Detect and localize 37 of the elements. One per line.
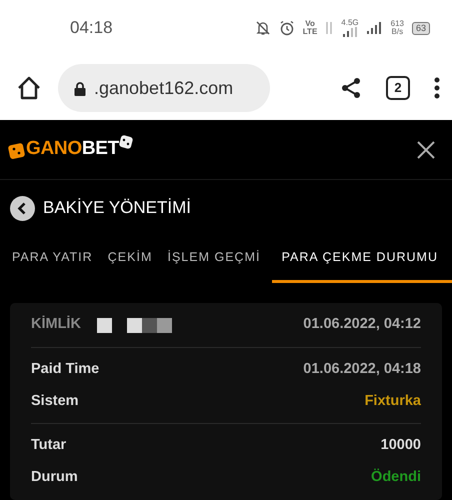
home-icon[interactable]	[16, 75, 42, 101]
speed-text: 613 B/s	[390, 20, 404, 36]
field-value: 01.06.2022, 04:18	[303, 360, 421, 379]
date-text: 01.06.2022, 04:12	[303, 314, 421, 334]
field-value: 10000	[380, 436, 421, 456]
field-value: Ödendi	[371, 468, 421, 487]
url-text: .ganobet162.com	[94, 76, 234, 100]
signal-icon	[366, 22, 383, 34]
bell-muted-icon	[254, 20, 271, 36]
field-label: Sistem	[31, 392, 79, 410]
page-title: BAKİYE YÖNETİMİ	[43, 197, 192, 220]
battery-level: 63	[412, 22, 430, 34]
back-icon[interactable]	[10, 196, 35, 220]
id-label: KİMLİK	[31, 314, 81, 334]
clock-text: 04:18	[70, 17, 113, 40]
tab[interactable]: PARA ÇEKME DURUMU	[272, 236, 452, 283]
dice-icon	[8, 140, 26, 158]
tab[interactable]: PARA YATIR	[8, 236, 97, 283]
field-label: Paid Time	[31, 360, 100, 379]
signal-icon	[342, 27, 357, 37]
dice-icon	[118, 135, 133, 150]
lock-icon	[74, 80, 86, 96]
field-label: Durum	[31, 468, 78, 487]
share-icon[interactable]	[340, 77, 362, 99]
logo-text: GANOBET	[26, 137, 119, 162]
field-value: Fixturka	[364, 392, 421, 410]
tab-count-button[interactable]: 2	[386, 76, 410, 100]
address-bar[interactable]: .ganobet162.com	[58, 64, 270, 112]
tab[interactable]: ÇEKİM	[104, 236, 156, 283]
more-icon[interactable]	[434, 77, 440, 99]
close-icon[interactable]	[416, 140, 436, 160]
data-arrows-icon	[325, 20, 334, 36]
network-type-text: 4.5G	[341, 19, 359, 27]
field-label: Tutar	[31, 436, 66, 456]
volte-text: Vo LTE	[302, 20, 318, 36]
alarm-icon	[278, 20, 295, 36]
tab[interactable]: İŞLEM GEÇMİ	[164, 236, 264, 283]
